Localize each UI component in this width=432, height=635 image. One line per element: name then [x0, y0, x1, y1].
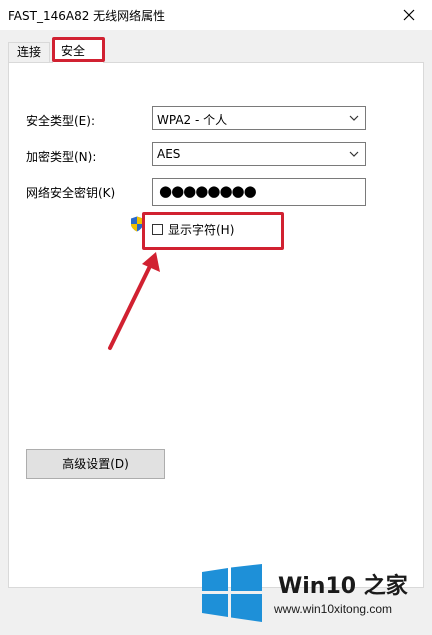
window-title: FAST_146A82 无线网络属性 [8, 9, 166, 23]
windows-logo-icon [202, 564, 262, 622]
encryption-type-value: AES [157, 147, 181, 161]
watermark: Win10 之家 www.win10xitong.com [200, 560, 428, 630]
show-characters-label: 显示字符(H) [168, 223, 235, 237]
network-key-label: 网络安全密钥(K) [26, 186, 116, 200]
show-characters-checkbox[interactable]: 显示字符(H) [152, 221, 234, 238]
watermark-title: Win10 之家 [278, 574, 408, 599]
tab-connection[interactable]: 连接 [8, 42, 51, 62]
security-type-value: WPA2 - 个人 [157, 113, 228, 127]
advanced-settings-button[interactable]: 高级设置(D) [26, 449, 165, 479]
close-icon [403, 9, 415, 21]
encryption-type-label: 加密类型(N): [26, 150, 97, 164]
network-key-input[interactable]: ●●●●●●●● [152, 178, 366, 206]
chevron-down-icon [349, 151, 359, 157]
close-button[interactable] [386, 0, 432, 30]
network-key-value: ●●●●●●●● [159, 182, 257, 200]
uac-shield-icon [131, 216, 143, 232]
encryption-type-select[interactable]: AES [152, 142, 366, 166]
tab-security[interactable]: 安全 [52, 38, 104, 63]
red-arrow-annotation [108, 252, 160, 350]
title-bar: FAST_146A82 无线网络属性 [0, 0, 432, 30]
chevron-down-icon [349, 115, 359, 121]
tab-connection-label: 连接 [17, 45, 42, 59]
security-type-select[interactable]: WPA2 - 个人 [152, 106, 366, 130]
checkbox-box [152, 224, 163, 235]
security-panel [8, 62, 424, 588]
watermark-url: www.win10xitong.com [274, 602, 393, 616]
tab-security-label: 安全 [61, 44, 86, 58]
security-type-label: 安全类型(E): [26, 114, 95, 128]
